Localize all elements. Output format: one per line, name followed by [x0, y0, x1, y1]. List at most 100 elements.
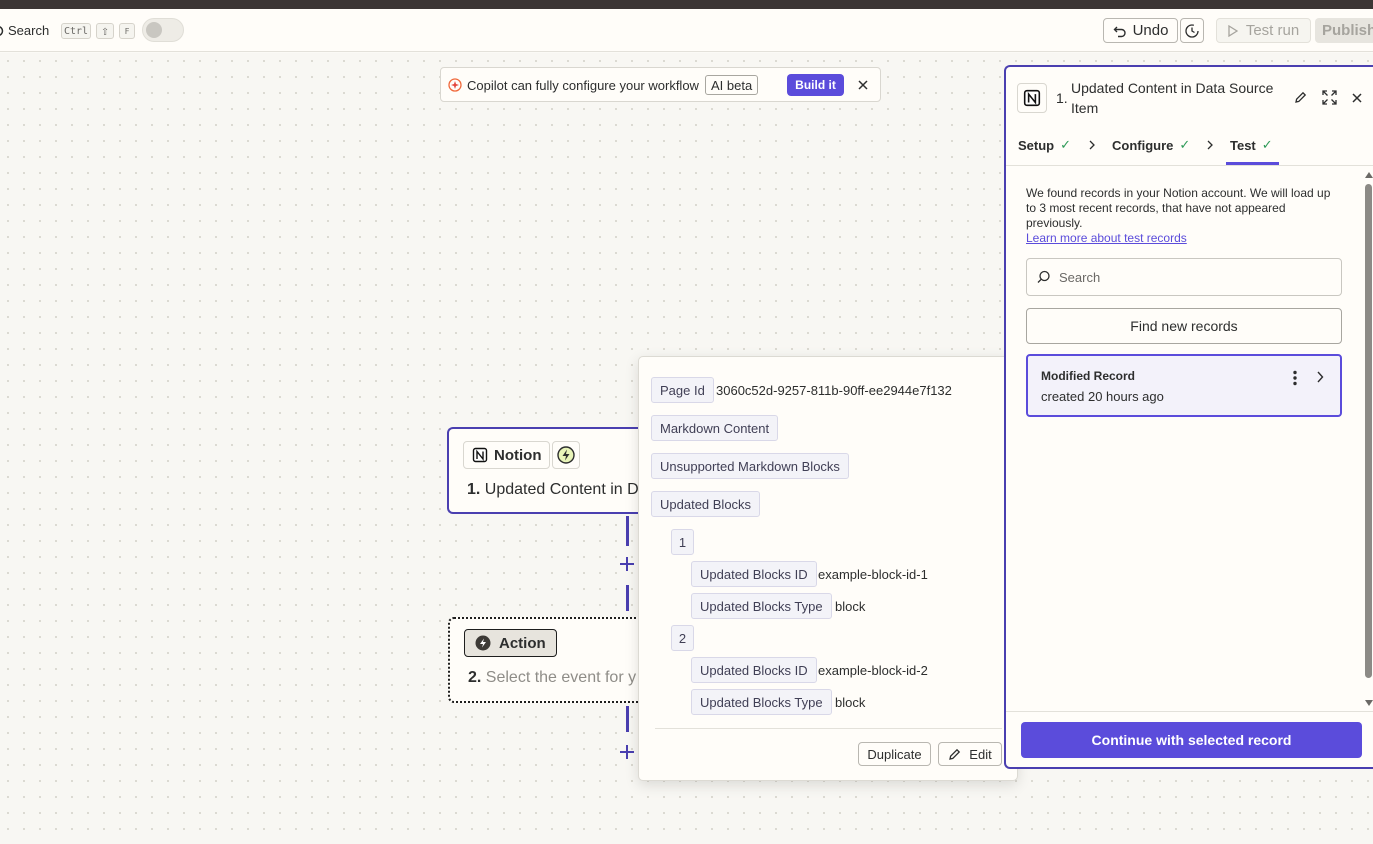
window-top-strip — [0, 0, 1373, 9]
find-new-records-button[interactable]: Find new records — [1026, 308, 1342, 344]
build-it-button[interactable]: Build it — [787, 74, 844, 96]
edit-label: Edit — [969, 746, 992, 762]
check-icon: ✓ — [1060, 137, 1072, 152]
block-2-type-label: Updated Blocks Type — [691, 689, 832, 715]
history-button[interactable] — [1180, 18, 1204, 43]
connector-line — [626, 585, 629, 611]
toggle-knob — [146, 22, 162, 38]
block-index-1: 1 — [671, 529, 694, 555]
add-step-icon[interactable] — [619, 556, 635, 572]
block-1-type-label: Updated Blocks Type — [691, 593, 832, 619]
panel-app-icon — [1017, 83, 1047, 113]
block-2-type-value: block — [835, 695, 866, 710]
test-description: We found records in your Notion account.… — [1026, 186, 1331, 230]
copilot-banner: Copilot can fully configure your workflo… — [440, 67, 881, 102]
copilot-sparkle-icon — [448, 78, 462, 92]
chevron-right-icon[interactable] — [1316, 371, 1324, 383]
action-app-label: Action — [499, 634, 546, 652]
history-icon — [1185, 23, 1199, 38]
shortcut-key-f: F — [119, 23, 135, 39]
undo-label: Undo — [1132, 22, 1169, 39]
edit-button[interactable]: Edit — [938, 742, 1002, 766]
footer-divider — [1006, 711, 1373, 712]
block-1-type-value: block — [835, 599, 866, 614]
notion-logo-icon — [472, 447, 488, 463]
action-step-number: 2. — [468, 669, 482, 686]
test-run-button[interactable]: Test run — [1216, 18, 1311, 43]
publish-button[interactable]: Publish — [1315, 18, 1373, 43]
publish-label: Publish — [1322, 22, 1373, 39]
shortcut-key-shift: ⇧ — [96, 23, 114, 39]
learn-more-link[interactable]: Learn more about test records — [1026, 231, 1187, 245]
field-label-updated-blocks: Updated Blocks — [651, 491, 761, 517]
trigger-node-title: 1. Updated Content in D — [467, 481, 647, 499]
tab-configure[interactable]: Configure ✓ — [1112, 137, 1190, 153]
notion-app-badge: Notion — [463, 441, 551, 469]
trigger-node[interactable]: Notion 1. Updated Content in D — [447, 427, 647, 514]
record-title: Modified Record — [1041, 369, 1136, 383]
record-item-selected[interactable]: Modified Record created 20 hours ago — [1026, 354, 1342, 417]
action-node-title: 2. Select the event for y — [468, 669, 648, 687]
notion-logo-icon — [1023, 89, 1041, 107]
block-2-id-value: example-block-id-2 — [818, 663, 928, 678]
tab-configure-label: Configure — [1112, 137, 1174, 153]
add-step-icon[interactable] — [619, 744, 635, 760]
action-node[interactable]: Action 2. Select the event for y — [448, 617, 648, 703]
connector-line — [626, 706, 629, 732]
scroll-up-icon[interactable] — [1365, 172, 1373, 178]
search-placeholder: Search — [1059, 269, 1101, 285]
scrollbar-thumb[interactable] — [1365, 184, 1372, 678]
block-1-id-label: Updated Blocks ID — [691, 561, 817, 587]
panel-title-line1: Updated Content in Data Source — [1071, 80, 1274, 96]
undo-button[interactable]: Undo — [1103, 18, 1178, 43]
theme-toggle[interactable] — [142, 18, 184, 42]
scroll-down-icon[interactable] — [1365, 700, 1373, 706]
lightning-icon — [557, 446, 575, 464]
duplicate-button[interactable]: Duplicate — [858, 742, 931, 766]
tabs-divider — [1006, 165, 1373, 166]
check-icon: ✓ — [1179, 137, 1191, 152]
step-detail-panel: 1. Updated Content in Data Source Item — [1004, 65, 1373, 769]
expand-icon[interactable] — [1322, 90, 1337, 105]
record-details-popover: Page Id 3060c52d-9257-811b-90ff-ee2944e7… — [638, 356, 1018, 781]
pencil-icon — [949, 748, 961, 760]
field-value-page-id: 3060c52d-9257-811b-90ff-ee2944e7f132 — [716, 383, 952, 398]
test-run-label: Test run — [1245, 22, 1300, 39]
action-title: Select the event for y — [485, 669, 637, 686]
block-index-2: 2 — [671, 625, 694, 651]
shortcut-key-ctrl: Ctrl — [61, 23, 91, 39]
notion-app-label: Notion — [494, 446, 542, 464]
search-icon — [0, 25, 4, 36]
block-1-id-value: example-block-id-1 — [818, 567, 928, 582]
top-toolbar: Search Ctrl ⇧ F Undo Test run Publish — [0, 9, 1373, 52]
copilot-text: Copilot can fully configure your workflo… — [467, 78, 699, 93]
undo-icon — [1113, 26, 1126, 37]
continue-with-selected-record-button[interactable]: Continue with selected record — [1021, 722, 1362, 758]
chevron-right-icon — [1089, 140, 1095, 150]
close-panel-icon[interactable] — [1352, 93, 1362, 103]
trigger-title: Updated Content in D — [484, 481, 639, 498]
connector-line — [626, 516, 629, 546]
close-icon[interactable] — [858, 80, 868, 90]
tab-test[interactable]: Test ✓ — [1230, 137, 1273, 153]
rename-pencil-icon[interactable] — [1294, 91, 1307, 104]
search-trigger[interactable]: Search — [0, 23, 49, 38]
trigger-type-badge — [552, 441, 580, 469]
tab-setup-label: Setup — [1018, 137, 1055, 153]
tab-setup[interactable]: Setup ✓ — [1018, 137, 1071, 153]
more-vertical-icon[interactable] — [1292, 370, 1298, 386]
field-label-unsupported-markdown-blocks: Unsupported Markdown Blocks — [651, 453, 849, 479]
trigger-step-number: 1. — [467, 481, 481, 498]
play-icon — [1228, 24, 1238, 37]
panel-scrollbar[interactable] — [1364, 172, 1373, 710]
panel-title-line2: Item — [1071, 100, 1099, 116]
search-icon — [1037, 270, 1050, 283]
action-app-badge: Action — [464, 629, 557, 657]
action-lightning-icon — [475, 635, 491, 651]
field-label-page-id: Page Id — [651, 377, 714, 403]
panel-step-number: 1. — [1056, 90, 1068, 106]
ai-beta-badge: AI beta — [705, 75, 759, 95]
tab-test-label: Test — [1230, 137, 1256, 153]
field-label-markdown-content: Markdown Content — [651, 415, 779, 441]
record-search-input[interactable]: Search — [1026, 258, 1342, 296]
